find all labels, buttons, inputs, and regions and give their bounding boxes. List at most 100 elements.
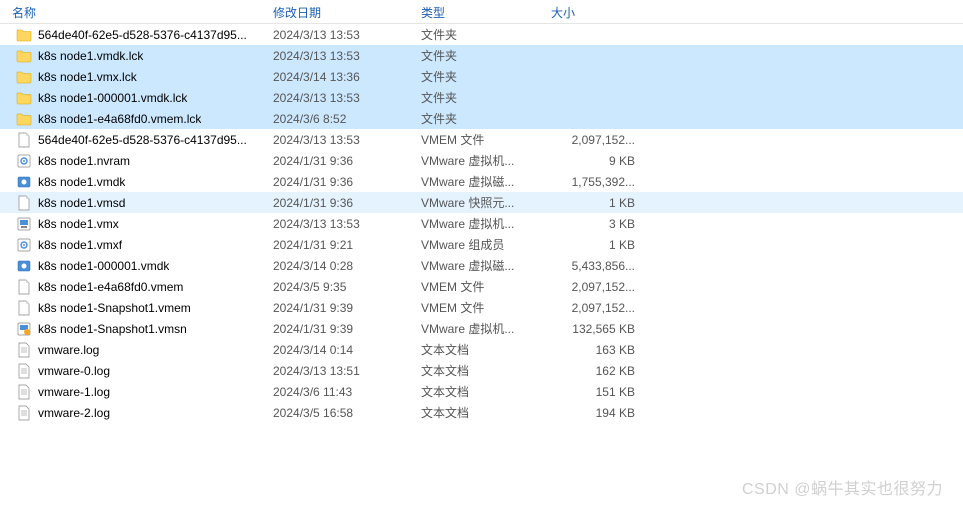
file-date-cell: 2024/3/6 11:43 <box>265 383 413 401</box>
file-type-cell: 文件夹 <box>413 108 543 129</box>
file-type-cell: 文本文档 <box>413 360 543 381</box>
file-size-cell <box>543 33 653 37</box>
file-date-cell: 2024/3/13 13:53 <box>265 131 413 149</box>
file-name-label: vmware.log <box>38 343 99 357</box>
file-size-cell <box>543 117 653 121</box>
file-date-cell: 2024/3/13 13:53 <box>265 26 413 44</box>
file-row[interactable]: 564de40f-62e5-d528-5376-c4137d95...2024/… <box>0 24 963 45</box>
file-date-cell: 2024/1/31 9:39 <box>265 299 413 317</box>
watermark-text: CSDN @蜗牛其实也很努力 <box>742 475 943 499</box>
file-date-cell: 2024/3/13 13:53 <box>265 47 413 65</box>
file-date-cell: 2024/3/5 16:58 <box>265 404 413 422</box>
file-name-cell: k8s node1.vmsd <box>0 193 265 213</box>
file-name-cell: 564de40f-62e5-d528-5376-c4137d95... <box>0 130 265 150</box>
file-name-label: k8s node1.vmx.lck <box>38 70 137 84</box>
snap-icon <box>16 321 32 337</box>
file-name-label: k8s node1-e4a68fd0.vmem.lck <box>38 112 201 126</box>
file-name-label: k8s node1.vmxf <box>38 238 122 252</box>
column-header-size[interactable]: 大小 <box>543 0 653 23</box>
file-size-cell: 1 KB <box>543 194 653 212</box>
file-row[interactable]: k8s node1.vmx.lck2024/3/14 13:36文件夹 <box>0 66 963 87</box>
file-name-cell: k8s node1-e4a68fd0.vmem <box>0 277 265 297</box>
file-size-cell: 194 KB <box>543 404 653 422</box>
file-type-cell: 文件夹 <box>413 87 543 108</box>
folder-icon <box>16 111 32 127</box>
file-size-cell: 5,433,856... <box>543 257 653 275</box>
file-type-cell: VMware 组成员 <box>413 234 543 255</box>
file-row[interactable]: k8s node1-e4a68fd0.vmem 2024/3/5 9:35VMEM… <box>0 276 963 297</box>
file-name-cell: vmware-0.log <box>0 361 265 381</box>
file-row[interactable]: vmware-0.log 2024/3/13 13:51文本文档162 KB <box>0 360 963 381</box>
file-name-label: k8s node1-e4a68fd0.vmem <box>38 280 183 294</box>
file-size-cell <box>543 75 653 79</box>
column-header-row: 名称 修改日期 类型 大小 <box>0 0 963 24</box>
file-name-label: 564de40f-62e5-d528-5376-c4137d95... <box>38 133 247 147</box>
gear-icon <box>16 153 32 169</box>
file-size-cell: 1,755,392... <box>543 173 653 191</box>
file-row[interactable]: vmware-1.log2024/3/6 11:43文本文档151 KB <box>0 381 963 402</box>
file-date-cell: 2024/3/13 13:51 <box>265 362 413 380</box>
file-date-cell: 2024/1/31 9:36 <box>265 194 413 212</box>
file-size-cell <box>543 54 653 58</box>
file-name-cell: k8s node1.vmdk <box>0 172 265 192</box>
file-name-label: k8s node1.vmx <box>38 217 119 231</box>
file-row[interactable]: k8s node1-000001.vmdk 2024/3/14 0:28VMwar… <box>0 255 963 276</box>
file-date-cell: 2024/3/14 0:28 <box>265 257 413 275</box>
file-type-cell: VMware 快照元... <box>413 192 543 213</box>
column-header-date[interactable]: 修改日期 <box>265 0 413 23</box>
file-row[interactable]: k8s node1-Snapshot1.vmsn2024/1/31 9:39VM… <box>0 318 963 339</box>
file-name-label: k8s node1.vmdk <box>38 175 125 189</box>
file-size-cell: 2,097,152... <box>543 131 653 149</box>
text-icon <box>16 342 32 358</box>
file-name-label: k8s node1-000001.vmdk <box>38 259 169 273</box>
file-name-cell: k8s node1.nvram <box>0 151 265 171</box>
file-name-label: k8s node1.vmsd <box>38 196 125 210</box>
file-name-label: k8s node1-Snapshot1.vmem <box>38 301 191 315</box>
file-type-cell: VMware 虚拟机... <box>413 150 543 171</box>
column-header-name[interactable]: 名称 <box>0 0 265 23</box>
file-type-cell: VMware 虚拟机... <box>413 213 543 234</box>
file-row[interactable]: k8s node1.vmdk2024/1/31 9:36VMware 虚拟磁..… <box>0 171 963 192</box>
file-row[interactable]: k8s node1-e4a68fd0.vmem.lck2024/3/6 8:52… <box>0 108 963 129</box>
file-name-label: vmware-0.log <box>38 364 110 378</box>
file-size-cell: 1 KB <box>543 236 653 254</box>
file-size-cell <box>543 96 653 100</box>
folder-icon <box>16 48 32 64</box>
column-header-type[interactable]: 类型 <box>413 0 543 23</box>
file-type-cell: 文本文档 <box>413 339 543 360</box>
file-row[interactable]: k8s node1-000001.vmdk.lck2024/3/13 13:53… <box>0 87 963 108</box>
file-row[interactable]: k8s node1-Snapshot1.vmem 2024/1/31 9:39VM… <box>0 297 963 318</box>
folder-icon <box>16 69 32 85</box>
file-icon <box>16 195 32 211</box>
file-date-cell: 2024/3/5 9:35 <box>265 278 413 296</box>
file-size-cell: 151 KB <box>543 383 653 401</box>
file-row[interactable]: k8s node1.vmsd 2024/1/31 9:36VMware 快照元..… <box>0 192 963 213</box>
file-name-label: vmware-2.log <box>38 406 110 420</box>
file-date-cell: 2024/3/14 13:36 <box>265 68 413 86</box>
file-size-cell: 162 KB <box>543 362 653 380</box>
file-row[interactable]: 564de40f-62e5-d528-5376-c4137d95... 2024/… <box>0 129 963 150</box>
file-name-cell: vmware-1.log <box>0 382 265 402</box>
vmx-icon <box>16 216 32 232</box>
file-size-cell: 2,097,152... <box>543 278 653 296</box>
disk-icon <box>16 174 32 190</box>
file-row[interactable]: k8s node1.vmdk.lck2024/3/13 13:53文件夹 <box>0 45 963 66</box>
file-type-cell: VMEM 文件 <box>413 297 543 318</box>
file-name-label: k8s node1.vmdk.lck <box>38 49 143 63</box>
file-row[interactable]: vmware-2.log 2024/3/5 16:58文本文档194 KB <box>0 402 963 423</box>
file-row[interactable]: k8s node1.vmx 2024/3/13 13:53VMware 虚拟机..… <box>0 213 963 234</box>
file-type-cell: VMEM 文件 <box>413 276 543 297</box>
file-size-cell: 2,097,152... <box>543 299 653 317</box>
file-row[interactable]: vmware.log2024/3/14 0:14文本文档163 KB <box>0 339 963 360</box>
file-date-cell: 2024/1/31 9:36 <box>265 152 413 170</box>
folder-icon <box>16 90 32 106</box>
file-type-cell: VMware 虚拟磁... <box>413 255 543 276</box>
disk-icon <box>16 258 32 274</box>
file-row[interactable]: k8s node1.nvram2024/1/31 9:36VMware 虚拟机.… <box>0 150 963 171</box>
text-icon <box>16 363 32 379</box>
file-date-cell: 2024/3/13 13:53 <box>265 215 413 233</box>
file-type-cell: 文本文档 <box>413 381 543 402</box>
file-list: 564de40f-62e5-d528-5376-c4137d95... 2024/… <box>0 24 963 423</box>
file-row[interactable]: k8s node1.vmxf2024/1/31 9:21VMware 组成员1 … <box>0 234 963 255</box>
file-type-cell: 文本文档 <box>413 402 543 423</box>
